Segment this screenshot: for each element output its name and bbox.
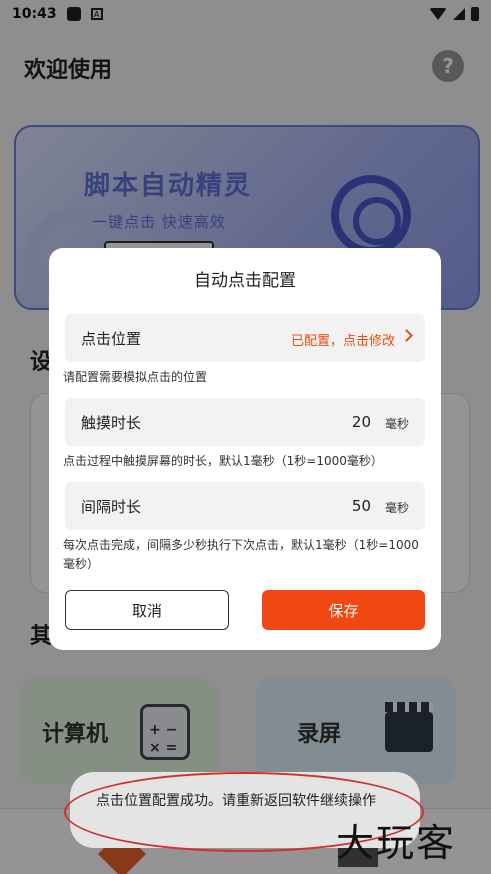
watermark-logo: 大玩客 (336, 821, 457, 865)
touch-hint: 点击过程中触摸屏幕的时长，默认1毫秒（1秒=1000毫秒） (63, 454, 383, 468)
position-hint: 请配置需要模拟点击的位置 (63, 370, 208, 384)
interval-row[interactable]: 间隔时长 50 毫秒 (65, 482, 425, 530)
unit-label: 毫秒 (384, 501, 409, 515)
row-label: 间隔时长 (81, 498, 142, 516)
row-label: 点击位置 (81, 330, 142, 348)
cancel-button[interactable]: 取消 (65, 590, 229, 630)
dialog-title: 自动点击配置 (194, 271, 296, 291)
unit-label: 毫秒 (384, 417, 409, 431)
touch-duration-input[interactable]: 20 (352, 413, 371, 431)
auto-click-config-dialog: 自动点击配置 点击位置 已配置，点击修改 请配置需要模拟点击的位置 触摸时长 2… (49, 248, 441, 650)
position-status-link[interactable]: 已配置，点击修改 (291, 330, 395, 349)
row-label: 触摸时长 (81, 414, 142, 432)
save-button[interactable]: 保存 (262, 590, 425, 630)
click-position-row[interactable]: 点击位置 已配置，点击修改 (65, 314, 425, 362)
touch-duration-row[interactable]: 触摸时长 20 毫秒 (65, 398, 425, 446)
interval-input[interactable]: 50 (352, 497, 371, 515)
interval-hint: 每次点击完成，间隔多少秒执行下次点击，默认1毫秒（1秒=1000毫秒） (63, 538, 419, 571)
chevron-right-icon (400, 329, 413, 342)
